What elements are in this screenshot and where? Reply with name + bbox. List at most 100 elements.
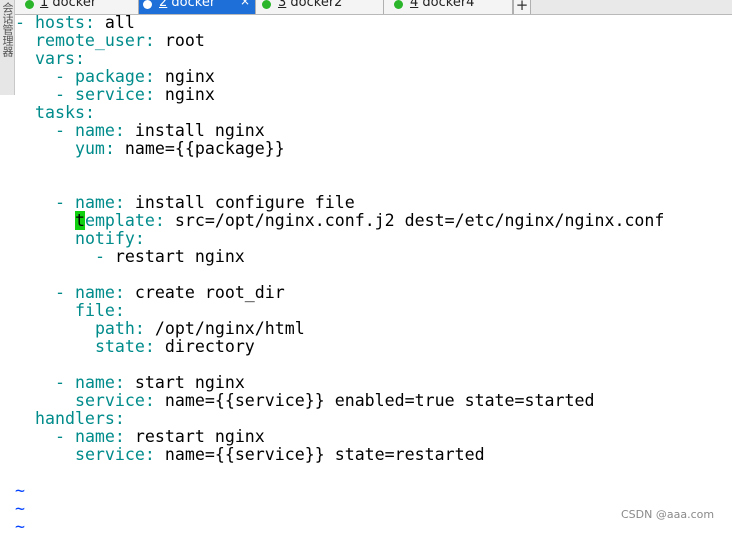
yaml-text	[15, 445, 75, 464]
yaml-text	[15, 301, 75, 320]
editor-line: ~	[15, 482, 25, 500]
connection-status-icon	[262, 0, 271, 9]
yaml-key: name	[74, 283, 115, 302]
yaml-text	[15, 193, 55, 212]
yaml-key: yum	[74, 139, 105, 158]
editor-line: ~	[15, 518, 25, 536]
yaml-key: emplate	[84, 211, 155, 230]
yaml-punct: -	[54, 427, 75, 446]
yaml-text: name={{service}} enabled=true state=star…	[154, 391, 595, 410]
editor-line: - name: restart nginx	[15, 428, 265, 446]
yaml-key: service	[74, 391, 145, 410]
tab-number: 2	[159, 0, 168, 10]
yaml-punct: -	[54, 121, 75, 140]
yaml-punct: :	[134, 229, 145, 248]
yaml-text: all	[94, 13, 135, 32]
terminal-editor[interactable]: - hosts: all remote_user: root vars: - p…	[15, 13, 732, 536]
empty-line-marker: ~	[15, 499, 25, 518]
editor-line: path: /opt/nginx/html	[15, 320, 305, 338]
session-manager-panel[interactable]: 会话管理器	[0, 0, 15, 95]
yaml-key: file	[74, 301, 115, 320]
yaml-key: handlers	[34, 409, 115, 428]
yaml-key: hosts	[34, 13, 85, 32]
yaml-key: notify	[74, 229, 135, 248]
yaml-text: directory	[154, 337, 255, 356]
editor-line: ~	[15, 500, 25, 518]
yaml-key: vars	[34, 49, 75, 68]
yaml-punct: :	[154, 211, 165, 230]
yaml-text: restart nginx	[114, 247, 245, 266]
yaml-key: tasks	[34, 103, 85, 122]
yaml-text	[15, 49, 35, 68]
yaml-text	[15, 391, 75, 410]
editor-line: - service: nginx	[15, 86, 215, 104]
yaml-key: name	[74, 121, 115, 140]
tab-1-docker[interactable]: 1 docker	[15, 0, 139, 14]
yaml-punct: :	[144, 337, 155, 356]
editor-line: - package: nginx	[15, 68, 215, 86]
editor-line: notify:	[15, 230, 145, 248]
yaml-key: path	[94, 319, 135, 338]
yaml-punct: -	[94, 247, 115, 266]
new-tab-button[interactable]: +	[513, 0, 531, 14]
yaml-text	[15, 409, 35, 428]
yaml-text: start nginx	[124, 373, 245, 392]
editor-line: yum: name={{package}}	[15, 140, 285, 158]
tab-number: 1	[40, 0, 49, 10]
watermark: CSDN @aaa.com	[621, 508, 715, 521]
yaml-text: nginx	[154, 67, 215, 86]
close-tab-icon[interactable]: ×	[240, 0, 250, 7]
yaml-key: remote_user	[34, 31, 145, 50]
yaml-punct: -	[54, 193, 75, 212]
tab-number: 4	[410, 0, 419, 10]
yaml-punct: :	[144, 391, 155, 410]
tab-label: docker	[52, 0, 97, 10]
yaml-punct: :	[144, 445, 155, 464]
editor-line: tasks:	[15, 104, 95, 122]
tab-4-docker4[interactable]: 4 docker4	[384, 0, 513, 14]
editor-line: service: name={{service}} state=restarte…	[15, 446, 485, 464]
yaml-text: install nginx	[124, 121, 265, 140]
yaml-key: name	[74, 193, 115, 212]
yaml-punct: :	[104, 139, 115, 158]
yaml-text: root	[154, 31, 205, 50]
yaml-text	[15, 229, 75, 248]
yaml-text: create root_dir	[124, 283, 285, 302]
yaml-text	[15, 337, 95, 356]
editor-line: file:	[15, 302, 125, 320]
yaml-text: src=/opt/nginx.conf.j2 dest=/etc/nginx/n…	[164, 211, 665, 230]
yaml-punct: :	[144, 31, 155, 50]
yaml-text	[15, 139, 75, 158]
yaml-text	[15, 319, 95, 338]
tab-label: docker2	[290, 0, 343, 10]
yaml-text	[15, 103, 35, 122]
yaml-text	[15, 121, 55, 140]
yaml-key: package	[74, 67, 145, 86]
yaml-text: name={{package}}	[114, 139, 285, 158]
tab-label: docker4	[422, 0, 475, 10]
yaml-punct: :	[114, 427, 125, 446]
yaml-text: install configure file	[124, 193, 355, 212]
yaml-punct: :	[114, 373, 125, 392]
yaml-punct: :	[114, 283, 125, 302]
yaml-text: nginx	[154, 85, 215, 104]
yaml-punct: -	[15, 13, 35, 32]
yaml-punct: :	[134, 319, 145, 338]
editor-line: vars:	[15, 50, 85, 68]
yaml-text	[15, 85, 55, 104]
yaml-punct: -	[54, 85, 75, 104]
editor-line: remote_user: root	[15, 32, 205, 50]
editor-line: service: name={{service}} enabled=true s…	[15, 391, 595, 410]
tab-2-docker[interactable]: 2 docker ×	[139, 0, 256, 14]
yaml-punct: :	[114, 121, 125, 140]
tab-3-docker2[interactable]: 3 docker2	[256, 0, 384, 14]
yaml-text	[15, 373, 55, 392]
session-manager-label: 会话管理器	[1, 2, 14, 57]
text-cursor: t	[74, 211, 85, 230]
yaml-punct: -	[54, 373, 75, 392]
yaml-key: name	[74, 427, 115, 446]
connection-status-icon	[143, 0, 152, 9]
tab-number: 3	[278, 0, 287, 10]
yaml-key: state	[94, 337, 145, 356]
yaml-punct: -	[54, 67, 75, 86]
